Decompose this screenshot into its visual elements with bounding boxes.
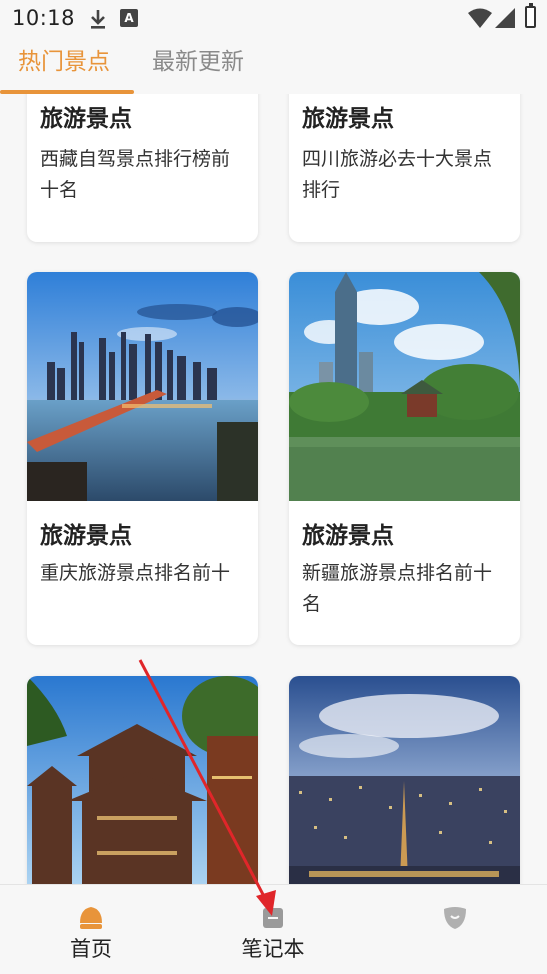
card-description: 重庆旅游景点排名前十	[40, 562, 231, 584]
card-title: 旅游景点	[40, 106, 132, 132]
attraction-image	[289, 272, 520, 501]
battery-icon	[525, 3, 536, 28]
nav-profile[interactable]	[395, 885, 515, 974]
signal-icon	[495, 8, 515, 28]
nav-home[interactable]: 首页	[31, 885, 151, 974]
attraction-card[interactable]: 旅游景点 新疆旅游景点排名前十名	[289, 272, 520, 645]
card-title: 旅游景点	[302, 106, 394, 132]
status-time: 10:18	[12, 6, 76, 30]
attraction-card[interactable]: 旅游景点 四川旅游必去十大景点排行	[289, 94, 520, 242]
attraction-list: 旅游景点 西藏自驾景点排行榜前十名 旅游景点 四川旅游必去十大景点排行 旅游景点…	[0, 94, 547, 884]
attraction-image	[27, 272, 258, 501]
card-title: 旅游景点	[40, 523, 132, 549]
category-tabs: 热门景点 最新更新	[0, 38, 547, 94]
download-icon	[91, 10, 105, 29]
card-description: 四川旅游必去十大景点排行	[302, 148, 493, 201]
attraction-card[interactable]: 旅游景点 西藏自驾景点排行榜前十名	[27, 94, 258, 242]
attraction-card[interactable]: 旅游景点 重庆旅游景点排名前十	[27, 272, 258, 645]
status-bar: 10:18 A	[0, 0, 547, 38]
card-description: 新疆旅游景点排名前十名	[302, 562, 493, 615]
profile-icon	[444, 907, 466, 929]
tab-hot-attractions[interactable]: 热门景点	[18, 42, 110, 76]
nav-notebook[interactable]: 笔记本	[213, 885, 333, 974]
a-notification-icon: A	[120, 9, 138, 27]
card-title: 旅游景点	[302, 523, 394, 549]
attraction-image	[27, 676, 258, 884]
attraction-card[interactable]	[27, 676, 258, 884]
bottom-navigation: 首页 笔记本	[0, 884, 547, 974]
home-icon	[80, 907, 102, 929]
notebook-icon	[263, 908, 283, 928]
card-description: 西藏自驾景点排行榜前十名	[40, 148, 231, 201]
attraction-card[interactable]	[289, 676, 520, 884]
nav-label: 笔记本	[241, 937, 305, 961]
tab-latest-updates[interactable]: 最新更新	[152, 42, 244, 76]
attraction-image	[289, 676, 520, 884]
nav-label: 首页	[70, 937, 112, 961]
wifi-icon	[468, 8, 492, 28]
